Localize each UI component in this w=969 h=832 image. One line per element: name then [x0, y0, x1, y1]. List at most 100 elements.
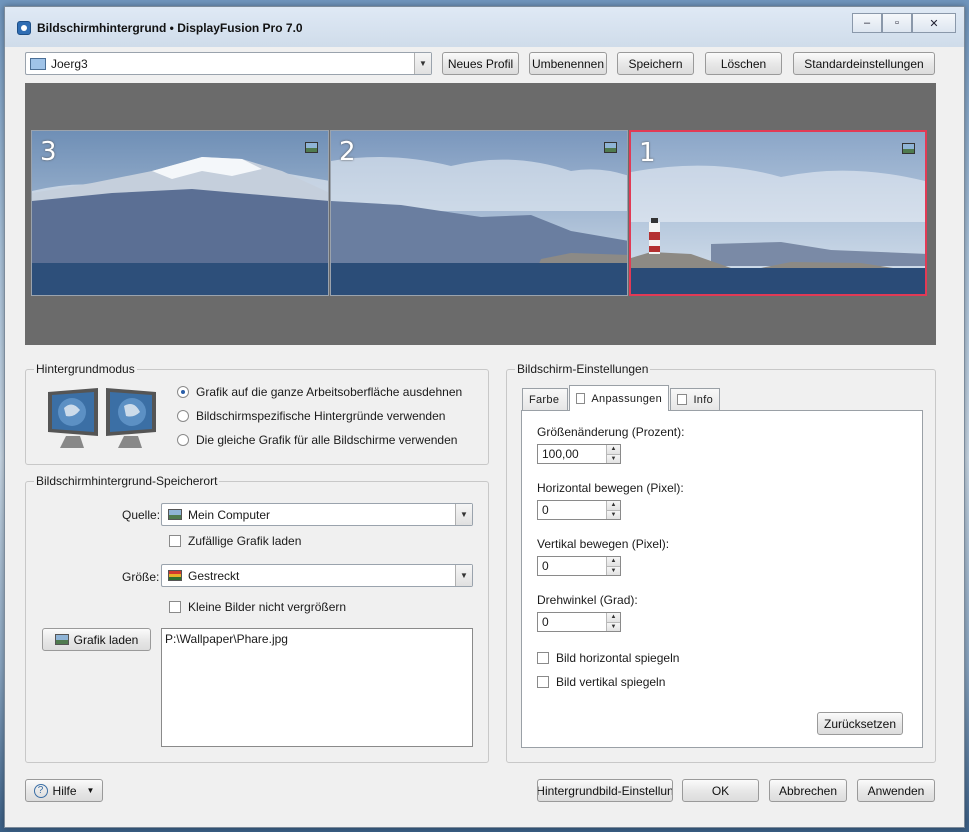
delete-button[interactable]: Löschen: [705, 52, 782, 75]
help-button[interactable]: ? Hilfe ▼: [25, 779, 103, 802]
hmove-stepper[interactable]: 0 ▲ ▼: [537, 500, 621, 520]
help-icon: ?: [33, 783, 48, 798]
minimize-button[interactable]: –: [852, 13, 882, 33]
profile-select[interactable]: Joerg3 ▼: [25, 52, 432, 75]
screen-number: 3: [40, 137, 57, 167]
screen-number: 2: [339, 137, 356, 167]
screen-1-preview[interactable]: 1: [629, 130, 927, 296]
window-controls: – ▫ ✕: [852, 13, 956, 33]
tab-adjustments[interactable]: Anpassungen: [569, 385, 669, 411]
screen-number: 1: [639, 138, 656, 168]
mode-per-screen-radio[interactable]: [177, 410, 189, 422]
flip-vertical-label: Bild vertikal spiegeln: [556, 675, 666, 689]
screen-1-wallpaper: [631, 132, 925, 294]
no-enlarge-option[interactable]: Kleine Bilder nicht vergrößern: [169, 600, 346, 614]
mode-option-span[interactable]: Grafik auf die ganze Arbeitsoberfläche a…: [177, 385, 462, 399]
tab-adjustments-label: Anpassungen: [591, 392, 662, 405]
tab-info[interactable]: Info: [670, 388, 720, 410]
computer-image-icon: [168, 509, 182, 520]
maximize-button[interactable]: ▫: [882, 13, 912, 33]
displayfusion-app-icon: [17, 21, 31, 35]
tab-color[interactable]: Farbe: [522, 388, 568, 410]
mode-option-same[interactable]: Die gleiche Grafik für alle Bildschirme …: [177, 433, 457, 447]
title-bar[interactable]: Bildschirmhintergrund • DisplayFusion Pr…: [5, 7, 964, 47]
size-select[interactable]: Gestreckt ▼: [161, 564, 473, 587]
spin-up-icon[interactable]: ▲: [607, 613, 620, 622]
source-select[interactable]: Mein Computer ▼: [161, 503, 473, 526]
hmove-value: 0: [542, 503, 549, 517]
resize-value: 100,00: [542, 447, 579, 461]
resize-label: Größenänderung (Prozent):: [537, 425, 685, 439]
random-image-label: Zufällige Grafik laden: [188, 534, 302, 548]
mode-option-per-screen[interactable]: Bildschirmspezifische Hintergründe verwe…: [177, 409, 445, 423]
close-button[interactable]: ✕: [912, 13, 956, 33]
load-image-button[interactable]: Grafik laden: [42, 628, 151, 651]
image-icon[interactable]: [604, 142, 617, 153]
new-profile-button[interactable]: Neues Profil: [442, 52, 519, 75]
screen-3-preview[interactable]: 3: [31, 130, 329, 296]
dual-monitor-icon: [48, 388, 156, 448]
resize-stepper[interactable]: 100,00 ▲ ▼: [537, 444, 621, 464]
cancel-button[interactable]: Abbrechen: [769, 779, 847, 802]
random-image-option[interactable]: Zufällige Grafik laden: [169, 534, 301, 548]
rotate-value: 0: [542, 615, 549, 629]
screen-3-wallpaper: [32, 131, 328, 295]
ok-button[interactable]: OK: [682, 779, 759, 802]
spin-up-icon[interactable]: ▲: [607, 445, 620, 454]
monitor-icon: [30, 57, 46, 70]
chevron-down-icon[interactable]: ▼: [87, 786, 95, 795]
wallpaper-location-title: Bildschirmhintergrund-Speicherort: [34, 474, 220, 488]
mode-same-label: Die gleiche Grafik für alle Bildschirme …: [196, 433, 458, 447]
rename-button[interactable]: Umbenennen: [529, 52, 607, 75]
flip-horizontal-option[interactable]: Bild horizontal spiegeln: [537, 651, 679, 665]
tab-color-label: Farbe: [529, 393, 560, 406]
size-label: Größe:: [122, 570, 160, 584]
reset-button[interactable]: Zurücksetzen: [817, 712, 903, 735]
screen-2-wallpaper: [331, 131, 627, 295]
spin-down-icon[interactable]: ▼: [607, 621, 620, 631]
image-path-textarea[interactable]: P:\Wallpaper\Phare.jpg: [161, 628, 473, 747]
tab-info-checkbox[interactable]: [677, 394, 688, 405]
no-enlarge-label: Kleine Bilder nicht vergrößern: [188, 600, 347, 614]
profile-select-value: Joerg3: [51, 56, 88, 71]
mode-span-radio[interactable]: [177, 386, 189, 398]
flip-vertical-checkbox[interactable]: [537, 676, 549, 688]
random-image-checkbox[interactable]: [169, 535, 181, 547]
mode-per-screen-label: Bildschirmspezifische Hintergründe verwe…: [196, 409, 446, 423]
flip-horizontal-label: Bild horizontal spiegeln: [556, 651, 680, 665]
chevron-down-icon[interactable]: ▼: [455, 504, 472, 525]
defaults-button[interactable]: Standardeinstellungen: [793, 52, 935, 75]
adjustments-panel: Größenänderung (Prozent): 100,00 ▲ ▼ Hori…: [521, 410, 923, 748]
chevron-down-icon[interactable]: ▼: [414, 53, 431, 74]
no-enlarge-checkbox[interactable]: [169, 601, 181, 613]
wallpaper-settings-button[interactable]: Hintergrundbild-Einstellun: [537, 779, 673, 802]
mode-same-radio[interactable]: [177, 434, 189, 446]
image-icon[interactable]: [902, 143, 915, 154]
save-button[interactable]: Speichern: [617, 52, 694, 75]
load-image-label: Grafik laden: [73, 632, 139, 647]
tab-adjustments-checkbox[interactable]: [576, 393, 586, 404]
flip-horizontal-checkbox[interactable]: [537, 652, 549, 664]
source-label: Quelle:: [122, 508, 161, 522]
image-icon[interactable]: [305, 142, 318, 153]
wallpaper-location-group: Bildschirmhintergrund-Speicherort Quelle…: [25, 474, 489, 763]
spin-down-icon[interactable]: ▼: [607, 565, 620, 575]
vmove-label: Vertikal bewegen (Pixel):: [537, 537, 670, 551]
spin-up-icon[interactable]: ▲: [607, 501, 620, 510]
help-label: Hilfe: [52, 783, 77, 798]
vmove-stepper[interactable]: 0 ▲ ▼: [537, 556, 621, 576]
chevron-down-icon[interactable]: ▼: [455, 565, 472, 586]
spin-up-icon[interactable]: ▲: [607, 557, 620, 566]
monitor-preview-area: 3 2 1: [25, 83, 936, 345]
rotate-stepper[interactable]: 0 ▲ ▼: [537, 612, 621, 632]
flip-vertical-option[interactable]: Bild vertikal spiegeln: [537, 675, 665, 689]
spin-down-icon[interactable]: ▼: [607, 509, 620, 519]
hmove-label: Horizontal bewegen (Pixel):: [537, 481, 684, 495]
spin-down-icon[interactable]: ▼: [607, 453, 620, 463]
displayfusion-window: Bildschirmhintergrund • DisplayFusion Pr…: [4, 6, 965, 828]
apply-button[interactable]: Anwenden: [857, 779, 935, 802]
screen-2-preview[interactable]: 2: [330, 130, 628, 296]
screen-settings-title: Bildschirm-Einstellungen: [515, 362, 651, 376]
stretch-mode-icon: [168, 570, 182, 581]
image-icon: [54, 634, 69, 645]
